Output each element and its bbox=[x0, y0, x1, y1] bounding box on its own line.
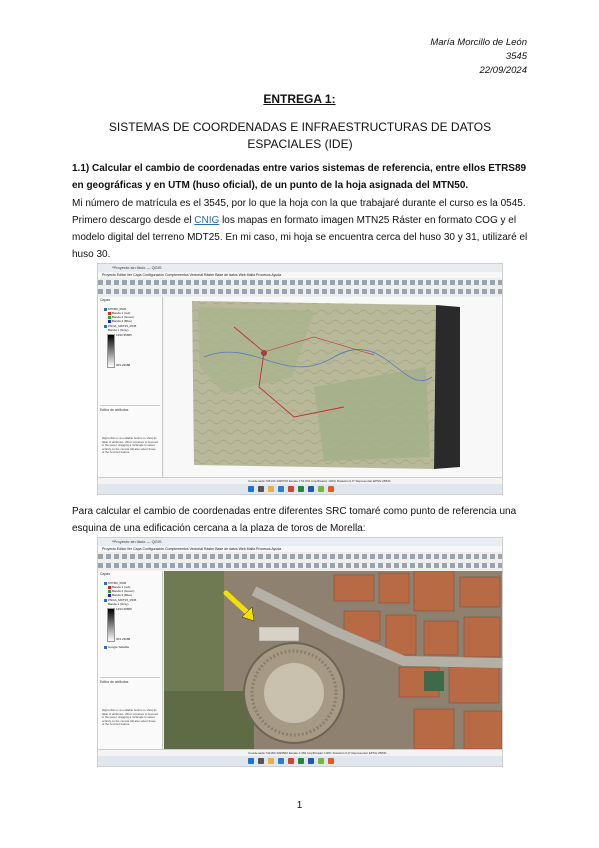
app-icon[interactable] bbox=[328, 758, 334, 764]
qgis-icon[interactable] bbox=[318, 758, 324, 764]
windows-start-icon[interactable] bbox=[248, 758, 254, 764]
layers-panel-title: Capas bbox=[100, 572, 111, 576]
student-number: 3545 bbox=[505, 51, 527, 62]
taskbar bbox=[98, 756, 502, 766]
document-subtitle: SISTEMAS DE COORDENADAS E INFRAESTRUCTUR… bbox=[108, 120, 492, 151]
layers-panel: Capas MTN50_0545 Banda 1 (red) Banda 2 (… bbox=[98, 571, 163, 749]
layer-item: Banda 1 (Gray) bbox=[108, 328, 129, 332]
toolbar bbox=[98, 552, 502, 561]
word-icon[interactable] bbox=[308, 758, 314, 764]
search-icon[interactable] bbox=[258, 758, 264, 764]
word-icon[interactable] bbox=[308, 486, 314, 492]
layers-panel: Capas MTN50_0545 Banda 1 (red) Banda 2 (… bbox=[98, 297, 163, 477]
excel-icon[interactable] bbox=[298, 758, 304, 764]
office-icon[interactable] bbox=[288, 758, 294, 764]
layer-item: Banda 3 (Blue) bbox=[108, 593, 132, 597]
layers-panel-title: Capas bbox=[100, 298, 111, 302]
qgis-icon[interactable] bbox=[318, 486, 324, 492]
paragraph-intro: Mi número de matrícula es el 3545, por l… bbox=[72, 195, 530, 263]
topographic-map bbox=[192, 301, 460, 469]
windows-start-icon[interactable] bbox=[248, 486, 254, 492]
toolbar bbox=[98, 278, 502, 287]
document-title: ENTREGA 1: bbox=[263, 92, 336, 106]
excel-icon[interactable] bbox=[298, 486, 304, 492]
map-canvas[interactable] bbox=[164, 297, 502, 477]
ramp-min-label: 303.23088 bbox=[116, 637, 131, 641]
ramp-max-label: 1293.36865 bbox=[116, 607, 132, 611]
toolbar bbox=[98, 561, 502, 570]
layer-item[interactable]: Google Satellite bbox=[104, 645, 129, 649]
folder-icon[interactable] bbox=[268, 486, 274, 492]
qgis-screenshot-topo: *Proyecto sin título — QGIS Proyecto Edi… bbox=[97, 263, 503, 495]
author-name: María Morcillo de León bbox=[430, 37, 527, 48]
color-ramp bbox=[107, 608, 115, 642]
map-canvas[interactable] bbox=[164, 571, 502, 749]
ramp-min-label: 303.23088 bbox=[116, 363, 131, 367]
office-icon[interactable] bbox=[288, 486, 294, 492]
layer-item: Banda 1 (Gray) bbox=[108, 602, 129, 606]
satellite-image bbox=[164, 571, 502, 749]
help-text: Right click on an editable feature to sh… bbox=[102, 436, 158, 454]
page-number: 1 bbox=[296, 800, 303, 811]
paragraph-reference-point: Para calcular el cambio de coordenadas e… bbox=[72, 506, 517, 534]
window-title: *Proyecto sin título — QGIS bbox=[98, 538, 502, 546]
app-icon[interactable] bbox=[328, 486, 334, 492]
color-ramp bbox=[107, 334, 115, 368]
edge-icon[interactable] bbox=[278, 758, 284, 764]
layer-item: Banda 3 (Blue) bbox=[108, 319, 132, 323]
qgis-screenshot-satellite: *Proyecto sin título — QGIS Proyecto Edi… bbox=[97, 537, 503, 767]
document-date: 22/09/2024 bbox=[479, 65, 527, 76]
attribute-editor-title: Editor de atributos bbox=[100, 677, 160, 684]
cnig-link[interactable]: CNIG bbox=[194, 215, 219, 226]
question-heading: 1.1) Calcular el cambio de coordenadas e… bbox=[72, 163, 527, 191]
help-text: Right click on an editable feature to sh… bbox=[102, 708, 158, 726]
search-icon[interactable] bbox=[258, 486, 264, 492]
toolbar bbox=[98, 287, 502, 296]
taskbar bbox=[98, 484, 502, 494]
author-header: María Morcillo de León 3545 22/09/2024 bbox=[430, 36, 527, 78]
ramp-max-label: 1293.36865 bbox=[116, 333, 132, 337]
window-title: *Proyecto sin título — QGIS bbox=[98, 264, 502, 272]
attribute-editor-title: Editor de atributos bbox=[100, 405, 160, 412]
edge-icon[interactable] bbox=[278, 486, 284, 492]
folder-icon[interactable] bbox=[268, 758, 274, 764]
